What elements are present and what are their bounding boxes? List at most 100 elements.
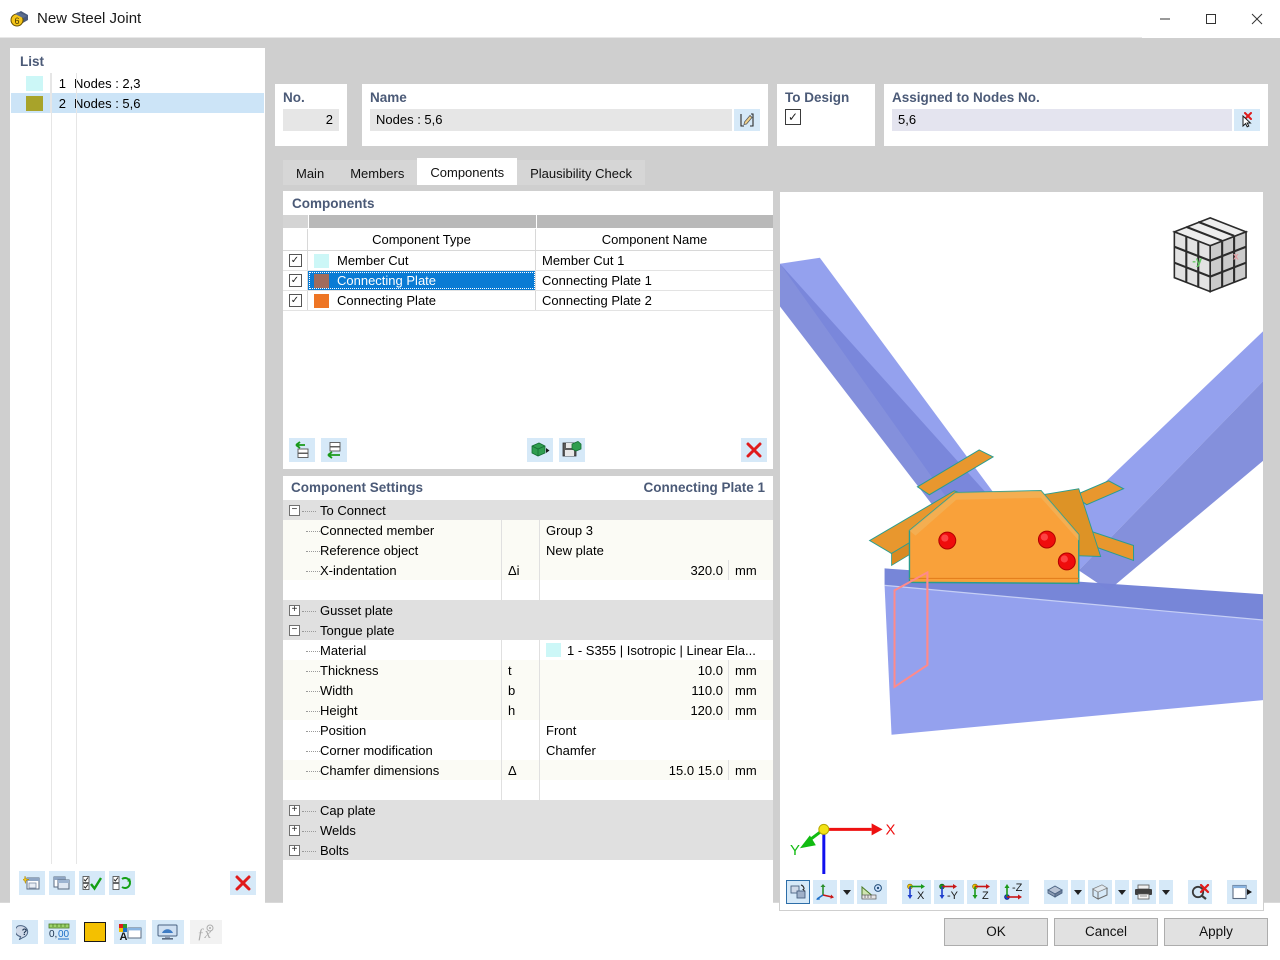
row-component-name[interactable]: Connecting Plate 2 bbox=[536, 291, 773, 310]
settings-row-value[interactable]: 110.0 bbox=[540, 680, 728, 700]
view-in-z-button[interactable]: Z bbox=[966, 880, 997, 904]
settings-group-welds[interactable]: + Welds bbox=[283, 820, 773, 840]
rotate-view-button[interactable] bbox=[786, 880, 811, 904]
import-component-button[interactable] bbox=[527, 438, 553, 462]
settings-row-material[interactable]: Material 1 - S355 | Isotropic | Linear E… bbox=[283, 640, 773, 660]
wireframe-mode-button[interactable] bbox=[1088, 880, 1113, 904]
settings-row-value-cell[interactable]: 1 - S355 | Isotropic | Linear Ela... bbox=[540, 640, 773, 660]
settings-group-to-connect[interactable]: − To Connect bbox=[283, 500, 773, 520]
view-in-minus-y-button[interactable]: -Y bbox=[934, 880, 964, 904]
settings-group-cap-plate[interactable]: + Cap plate bbox=[283, 800, 773, 820]
wireframe-mode-dropdown[interactable] bbox=[1115, 880, 1130, 904]
to-design-checkbox[interactable]: ✓ bbox=[785, 109, 801, 125]
3d-model-canvas[interactable]: -y x X Z Y bbox=[780, 192, 1263, 910]
tab-plausibility-check[interactable]: Plausibility Check bbox=[517, 160, 645, 185]
settings-row-value[interactable]: 120.0 bbox=[540, 700, 728, 720]
collapse-icon[interactable]: − bbox=[289, 624, 300, 636]
clear-selection-button[interactable] bbox=[1188, 880, 1213, 904]
expand-icon[interactable]: + bbox=[289, 844, 300, 856]
settings-row-width[interactable]: Width b 110.0 mm bbox=[283, 680, 773, 700]
settings-row-position[interactable]: Position Front bbox=[283, 720, 773, 740]
view-in-x-button[interactable]: X bbox=[901, 880, 932, 904]
settings-row-value[interactable]: Chamfer bbox=[540, 740, 773, 760]
row-component-name[interactable]: Connecting Plate 1 bbox=[536, 271, 773, 290]
row-component-type-cell[interactable]: Member Cut bbox=[308, 251, 536, 270]
tab-main[interactable]: Main bbox=[283, 160, 338, 185]
panel-toggle-button[interactable] bbox=[1227, 880, 1258, 904]
svg-text:-Z: -Z bbox=[1012, 883, 1023, 894]
tab-members[interactable]: Members bbox=[337, 160, 418, 185]
row-component-type-cell[interactable]: Connecting Plate bbox=[308, 271, 536, 290]
settings-group-gusset-plate[interactable]: + Gusset plate bbox=[283, 600, 773, 620]
no-input[interactable]: 2 bbox=[283, 109, 339, 131]
row-checkbox[interactable]: ✓ bbox=[288, 294, 302, 307]
show-axes-button[interactable] bbox=[813, 880, 838, 904]
save-component-button[interactable] bbox=[559, 438, 585, 462]
move-component-down-button[interactable] bbox=[321, 438, 347, 462]
settings-row-value[interactable]: 10.0 bbox=[540, 660, 728, 680]
formula-button[interactable]: ƒx bbox=[190, 919, 222, 944]
units-button[interactable]: 0, 00 bbox=[44, 919, 76, 944]
table-row[interactable]: ✓ Connecting Plate Connecting Plate 1 bbox=[283, 271, 773, 291]
new-joint-button[interactable] bbox=[19, 871, 45, 895]
help-button[interactable]: ? bbox=[12, 919, 38, 944]
settings-row-value[interactable]: 320.0 bbox=[540, 560, 728, 580]
ok-button[interactable]: OK bbox=[944, 917, 1048, 946]
settings-row-corner-modification[interactable]: Corner modification Chamfer bbox=[283, 740, 773, 760]
close-button[interactable] bbox=[1234, 0, 1280, 38]
print-button[interactable] bbox=[1132, 880, 1157, 904]
edit-name-icon[interactable] bbox=[734, 109, 760, 131]
3d-view-panel[interactable]: -y x X Z Y bbox=[779, 191, 1264, 911]
settings-row-height[interactable]: Height h 120.0 mm bbox=[283, 700, 773, 720]
table-row[interactable]: ✓ Member Cut Member Cut 1 bbox=[283, 251, 773, 271]
color-button[interactable] bbox=[82, 920, 108, 944]
render-mode-button[interactable] bbox=[1044, 880, 1069, 904]
joint-list[interactable]: 1 Nodes : 2,3 2 Nodes : 5,6 bbox=[11, 73, 264, 864]
delete-joint-button[interactable] bbox=[230, 871, 256, 895]
display-properties-button[interactable]: A bbox=[114, 919, 146, 944]
list-item[interactable]: 1 Nodes : 2,3 bbox=[11, 73, 264, 93]
row-component-name[interactable]: Member Cut 1 bbox=[536, 251, 773, 270]
settings-row-reference-object[interactable]: Reference object New plate bbox=[283, 540, 773, 560]
settings-row-chamfer-dimensions[interactable]: Chamfer dimensions Δ 15.0 15.0 mm bbox=[283, 760, 773, 780]
column-header-component-type[interactable]: Component Type bbox=[308, 229, 536, 250]
settings-group-bolts[interactable]: + Bolts bbox=[283, 840, 773, 860]
row-component-type-cell[interactable]: Connecting Plate bbox=[308, 291, 536, 310]
invert-selection-button[interactable] bbox=[109, 871, 135, 895]
graphic-print-button[interactable] bbox=[152, 919, 184, 944]
settings-row-value[interactable]: Group 3 bbox=[540, 520, 773, 540]
copy-joint-button[interactable] bbox=[49, 871, 75, 895]
delete-component-button[interactable] bbox=[741, 438, 767, 462]
settings-row-value[interactable]: New plate bbox=[540, 540, 773, 560]
row-checkbox[interactable]: ✓ bbox=[288, 254, 302, 267]
name-input[interactable]: Nodes : 5,6 bbox=[370, 109, 732, 131]
row-checkbox[interactable]: ✓ bbox=[288, 274, 302, 287]
settings-row-thickness[interactable]: Thickness t 10.0 mm bbox=[283, 660, 773, 680]
list-item[interactable]: 2 Nodes : 5,6 bbox=[11, 93, 264, 113]
collapse-icon[interactable]: − bbox=[289, 504, 300, 516]
settings-row-x-indentation[interactable]: X-indentation Δi 320.0 mm bbox=[283, 560, 773, 580]
apply-button[interactable]: Apply bbox=[1164, 917, 1268, 946]
maximize-button[interactable] bbox=[1188, 0, 1234, 38]
settings-row-connected-member[interactable]: Connected member Group 3 bbox=[283, 520, 773, 540]
settings-row-value[interactable]: Front bbox=[540, 720, 773, 740]
tab-components[interactable]: Components bbox=[417, 158, 518, 185]
minimize-button[interactable] bbox=[1142, 0, 1188, 38]
move-component-up-button[interactable] bbox=[289, 438, 315, 462]
table-row[interactable]: ✓ Connecting Plate Connecting Plate 2 bbox=[283, 291, 773, 311]
show-axes-dropdown[interactable] bbox=[840, 880, 854, 904]
settings-row-value[interactable]: 15.0 15.0 bbox=[540, 760, 728, 780]
settings-group-tongue-plate[interactable]: − Tongue plate bbox=[283, 620, 773, 640]
assigned-nodes-input[interactable]: 5,6 bbox=[892, 109, 1232, 131]
expand-icon[interactable]: + bbox=[289, 824, 300, 836]
expand-icon[interactable]: + bbox=[289, 804, 300, 816]
cancel-button[interactable]: Cancel bbox=[1054, 917, 1158, 946]
expand-icon[interactable]: + bbox=[289, 604, 300, 616]
measure-button[interactable] bbox=[856, 880, 887, 904]
column-header-component-name[interactable]: Component Name bbox=[536, 229, 773, 250]
pick-nodes-icon[interactable] bbox=[1234, 109, 1260, 131]
print-dropdown[interactable] bbox=[1159, 880, 1173, 904]
isometric-view-button[interactable]: -Z bbox=[999, 880, 1030, 904]
select-all-button[interactable] bbox=[79, 871, 105, 895]
render-mode-dropdown[interactable] bbox=[1071, 880, 1086, 904]
